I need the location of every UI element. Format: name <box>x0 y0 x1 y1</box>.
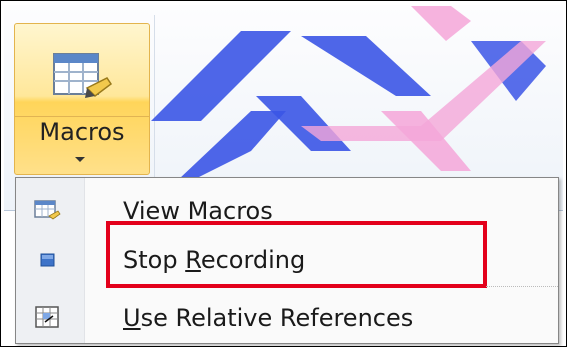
macros-label: Macros <box>39 118 125 146</box>
relative-references-icon <box>35 306 59 328</box>
chevron-down-icon[interactable] <box>75 157 85 162</box>
screenshot-frame: Macros View Macros Stop Recording Use Re… <box>0 0 567 347</box>
button-divider <box>15 116 149 117</box>
stop-recording-icon <box>40 253 55 267</box>
view-macros-icon <box>34 200 61 220</box>
macros-icon <box>53 53 113 98</box>
menu-divider <box>486 286 558 287</box>
macros-button[interactable]: Macros <box>14 23 150 175</box>
macros-dropdown-menu: View Macros Stop Recording Use Relative … <box>15 177 559 344</box>
highlight-box <box>106 221 487 288</box>
menu-item-use-relative-references[interactable]: Use Relative References <box>16 293 558 343</box>
menu-item-label: Use Relative References <box>123 304 414 332</box>
